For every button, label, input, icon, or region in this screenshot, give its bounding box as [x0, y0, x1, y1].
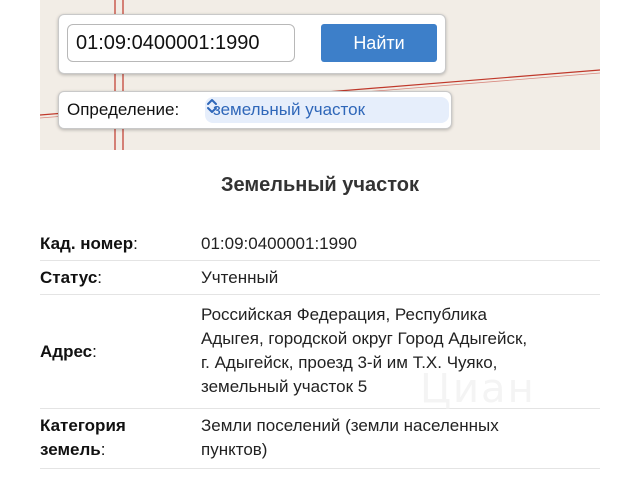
definition-panel: Определение: земельный участок — [58, 91, 452, 129]
definition-label: Определение: — [67, 100, 180, 119]
table-row-land-category: Категория земель: Земли поселений (земли… — [40, 408, 600, 469]
map-view[interactable]: 01:09:0400001:1990 Найти Определение: зе… — [40, 0, 600, 150]
row-value: Земли поселений (земли населенных пункто… — [201, 416, 499, 459]
definition-select-value: земельный участок — [213, 100, 366, 119]
row-value: Учтенный — [201, 268, 279, 287]
row-label: Категория земель: — [40, 416, 126, 459]
row-label: Адрес: — [40, 342, 97, 361]
search-button[interactable]: Найти — [321, 24, 437, 62]
table-row-cadastral-number: Кад. номер: 01:09:0400001:1990 — [40, 226, 600, 261]
definition-select[interactable]: земельный участок — [205, 97, 449, 123]
table-row-status: Статус: Учтенный — [40, 260, 600, 295]
watermark: Циан — [420, 366, 536, 412]
cadastral-search-input[interactable]: 01:09:0400001:1990 — [67, 24, 295, 62]
row-label: Кад. номер: — [40, 234, 138, 253]
chevron-up-down-icon — [207, 99, 217, 113]
search-panel: 01:09:0400001:1990 Найти — [58, 14, 446, 74]
row-label: Статус: — [40, 268, 103, 287]
row-value: Российская Федерация, Республика Адыгея,… — [201, 305, 528, 396]
row-value: 01:09:0400001:1990 — [201, 234, 357, 253]
card-title: Земельный участок — [220, 174, 420, 196]
